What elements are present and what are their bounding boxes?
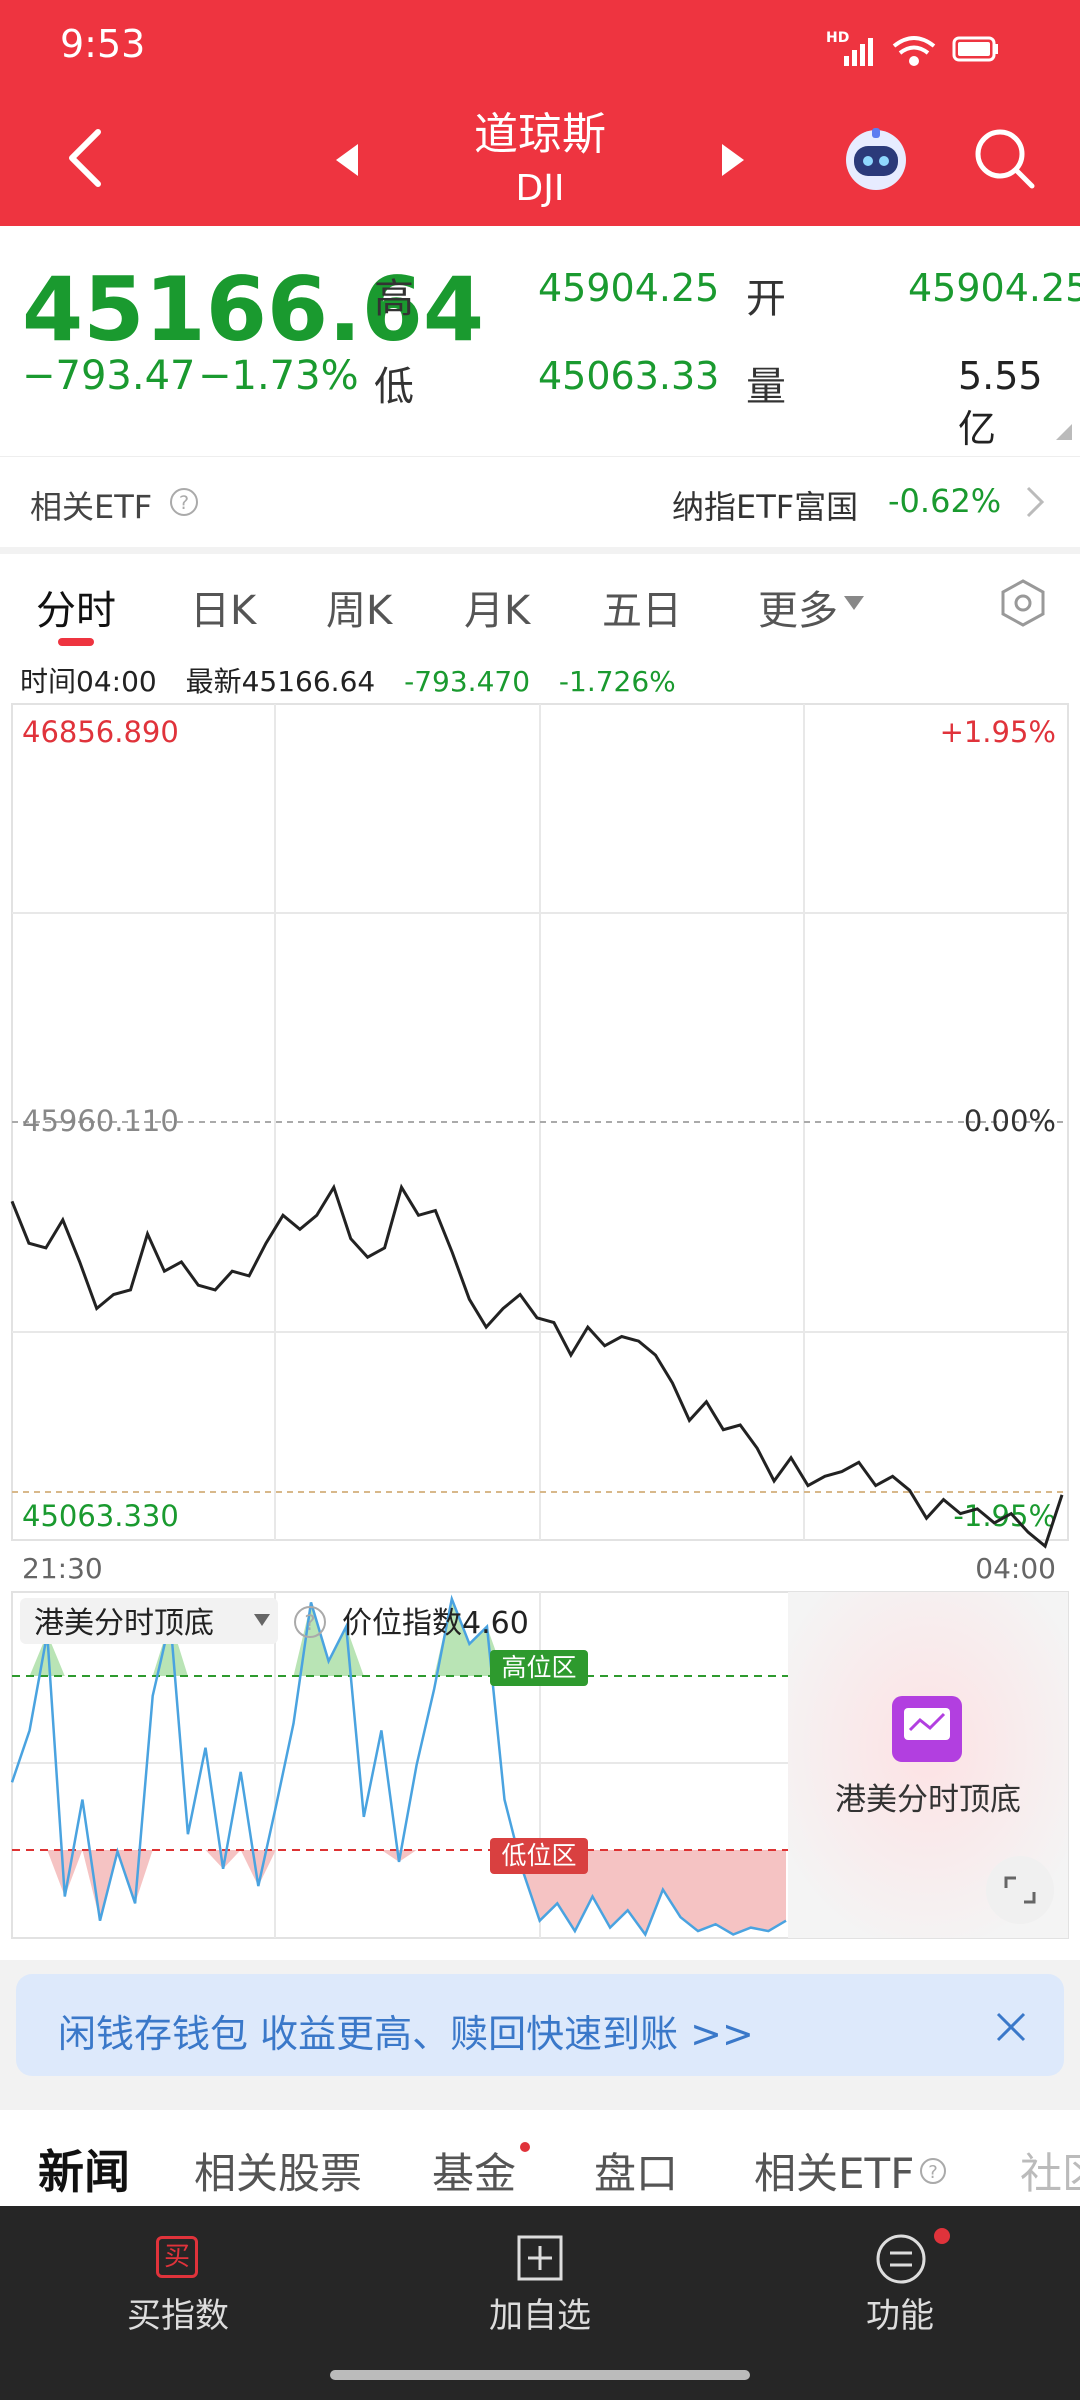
home-indicator xyxy=(330,2370,750,2380)
y-low-label: 45063.330 xyxy=(22,1499,179,1533)
tab-weekly-k[interactable]: 周K xyxy=(326,578,392,636)
expand-corner-icon[interactable] xyxy=(1056,424,1072,440)
info-time: 时间04:00 xyxy=(20,665,157,698)
info-latest: 最新45166.64 xyxy=(185,665,376,698)
x-start-label: 21:30 xyxy=(22,1552,103,1585)
buy-icon[interactable]: 买 xyxy=(156,2236,198,2278)
volume-label: 量 xyxy=(746,364,786,410)
dropdown-triangle-icon[interactable] xyxy=(842,592,866,612)
next-triangle-icon[interactable] xyxy=(718,140,748,180)
fullscreen-button[interactable] xyxy=(986,1856,1054,1924)
etf-change: -0.62% xyxy=(888,482,1002,520)
active-tab-indicator xyxy=(58,638,94,646)
low-value: 45063.33 xyxy=(538,354,720,398)
indicator-name[interactable]: 港美分时顶底 xyxy=(34,1606,214,1641)
price-change-pct: −1.73% xyxy=(198,353,359,399)
tab-related-etf[interactable]: 相关ETF xyxy=(754,2140,914,2201)
svg-text:?: ? xyxy=(304,1611,315,1635)
y-base-label: 45960.110 xyxy=(22,1104,179,1138)
close-icon[interactable] xyxy=(994,2010,1028,2044)
add-watchlist-icon[interactable] xyxy=(516,2234,564,2282)
chevron-right-icon[interactable] xyxy=(1024,484,1046,520)
related-etf-label: 相关ETF xyxy=(30,488,153,526)
high-zone-label: 高位区 xyxy=(501,1653,576,1682)
tab-news[interactable]: 新闻 xyxy=(38,2136,130,2202)
wifi-icon xyxy=(892,36,936,66)
tab-more[interactable]: 更多 xyxy=(758,578,838,636)
tab-order-book[interactable]: 盘口 xyxy=(594,2140,678,2201)
open-value: 45904.25 xyxy=(908,266,1080,310)
function-dot-badge xyxy=(934,2228,950,2244)
x-end-label: 04:00 xyxy=(975,1552,1056,1585)
low-zone-label: 低位区 xyxy=(501,1841,576,1870)
robot-assistant-icon[interactable] xyxy=(838,124,914,194)
function-menu-icon[interactable] xyxy=(874,2232,928,2286)
info-change: -793.470 xyxy=(404,665,531,698)
tab-community[interactable]: 社区 xyxy=(1020,2140,1080,2201)
buy-index-button[interactable]: 买指数 xyxy=(78,2288,278,2337)
function-button[interactable]: 功能 xyxy=(800,2288,1000,2337)
signal-icon xyxy=(844,38,873,66)
high-label: 高 xyxy=(374,276,414,322)
indicator-chart[interactable]: 高位区 低位区 港美分时顶底 ? 价位指数4.60 港美分时顶底 xyxy=(0,1588,1080,1948)
svg-text:?: ? xyxy=(928,2162,938,2183)
pct-high-label: +1.95% xyxy=(940,715,1056,749)
promo-label: 港美分时顶底 xyxy=(835,1782,1021,1818)
pct-base-label: 0.00% xyxy=(964,1104,1056,1138)
price-change: −793.47 xyxy=(22,353,196,399)
y-high-label: 46856.890 xyxy=(22,715,179,749)
settings-hexagon-icon[interactable] xyxy=(998,578,1048,628)
etf-name[interactable]: 纳指ETF富国 xyxy=(672,482,858,528)
svg-text:?: ? xyxy=(179,492,189,514)
chart-info-line: 时间04:00 最新45166.64 -793.470 -1.726% xyxy=(20,660,676,700)
tab-monthly-k[interactable]: 月K xyxy=(464,578,530,636)
info-pct: -1.726% xyxy=(558,665,676,698)
indicator-value: 价位指数4.60 xyxy=(342,1606,529,1641)
status-time: 9:53 xyxy=(60,22,146,66)
chart-tabs xyxy=(0,554,1080,651)
tab-related-stocks[interactable]: 相关股票 xyxy=(194,2140,362,2201)
battery-icon xyxy=(952,36,998,62)
help-icon[interactable]: ? xyxy=(168,486,200,518)
tab-intraday[interactable]: 分时 xyxy=(36,578,116,636)
tab-daily-k[interactable]: 日K xyxy=(190,578,256,636)
last-price: 45166.64 xyxy=(22,258,485,361)
tab-funds[interactable]: 基金 xyxy=(432,2140,516,2201)
intraday-chart[interactable]: 46856.890 +1.95% 45960.110 0.00% 45063.3… xyxy=(0,700,1080,1600)
funds-dot-badge xyxy=(520,2142,530,2152)
page-subtitle: DJI xyxy=(515,168,565,209)
low-label: 低 xyxy=(374,364,414,410)
high-value: 45904.25 xyxy=(538,266,720,310)
status-icons xyxy=(844,36,998,66)
promo-banner-text[interactable]: 闲钱存钱包 收益更高、赎回快速到账 >> xyxy=(58,2003,754,2058)
related-etf-help-icon[interactable]: ? xyxy=(918,2156,948,2186)
search-icon[interactable] xyxy=(970,124,1040,194)
page-title: 道琼斯 xyxy=(474,109,606,160)
add-watchlist-button[interactable]: 加自选 xyxy=(440,2288,640,2337)
open-label: 开 xyxy=(746,276,786,322)
tab-five-day[interactable]: 五日 xyxy=(602,578,682,636)
